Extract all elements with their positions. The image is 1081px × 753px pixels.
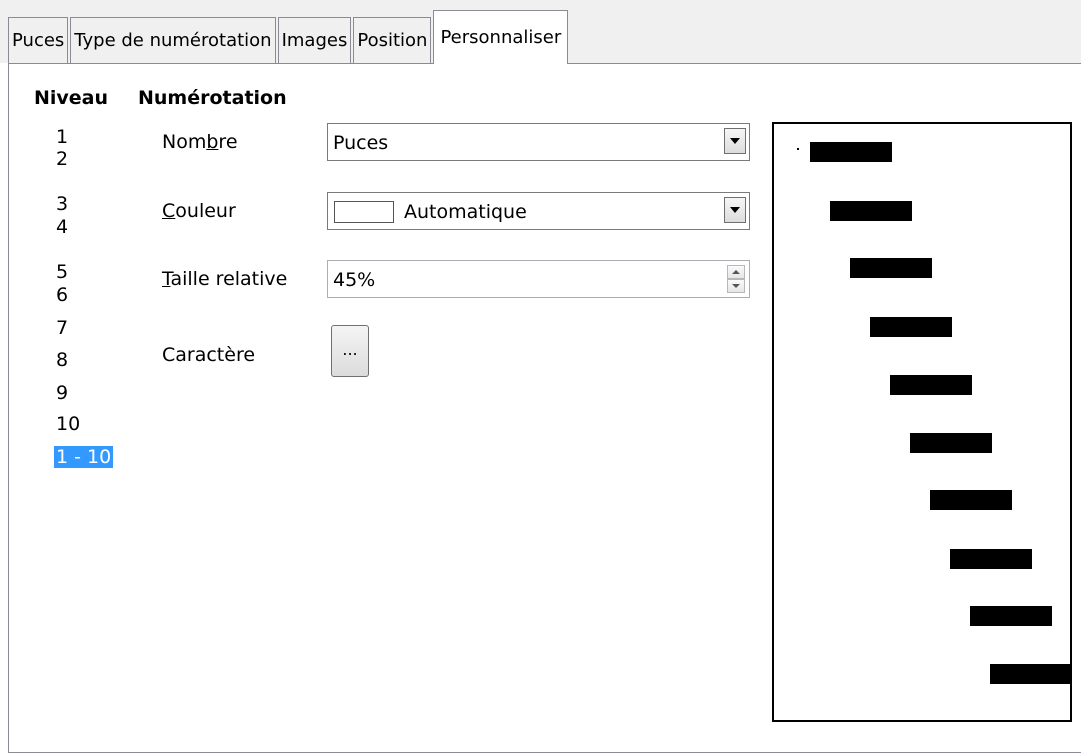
arrow-up-icon bbox=[732, 270, 740, 274]
chevron-down-icon bbox=[730, 207, 740, 213]
tab-customize[interactable]: Personnaliser bbox=[433, 10, 569, 64]
preview-line-7 bbox=[930, 490, 1012, 510]
number-label: Nombre bbox=[162, 131, 238, 153]
tab-images[interactable]: Images bbox=[277, 17, 352, 63]
level-item-8[interactable]: 8 bbox=[56, 349, 68, 371]
level-item-1[interactable]: 1 bbox=[56, 126, 68, 148]
spin-up-button[interactable] bbox=[727, 265, 745, 279]
character-select-button[interactable]: ... bbox=[331, 325, 369, 377]
tab-bar: Puces Type de numérotation Images Positi… bbox=[8, 9, 570, 64]
tab-numbering-type[interactable]: Type de numérotation bbox=[70, 17, 276, 63]
numbering-preview bbox=[772, 122, 1072, 722]
level-item-4[interactable]: 4 bbox=[56, 216, 68, 238]
level-item-10[interactable]: 10 bbox=[56, 413, 80, 435]
preview-line-5 bbox=[890, 375, 972, 395]
number-dropdown-button[interactable] bbox=[724, 128, 746, 154]
preview-line-1 bbox=[810, 142, 892, 162]
preview-line-10 bbox=[990, 664, 1070, 684]
chevron-down-icon bbox=[730, 138, 740, 144]
numbering-heading: Numérotation bbox=[138, 87, 287, 109]
relative-size-label: Taille relative bbox=[162, 268, 288, 290]
preview-line-3 bbox=[850, 258, 932, 278]
preview-line-6 bbox=[910, 433, 992, 453]
preview-bullet bbox=[797, 148, 799, 150]
level-item-7[interactable]: 7 bbox=[56, 317, 68, 339]
color-label: Couleur bbox=[162, 200, 236, 222]
level-item-6[interactable]: 6 bbox=[56, 284, 68, 306]
color-select-value: Automatique bbox=[404, 201, 527, 223]
preview-line-4 bbox=[870, 317, 952, 337]
level-item-3[interactable]: 3 bbox=[56, 193, 68, 215]
level-item-2[interactable]: 2 bbox=[56, 148, 68, 170]
preview-line-9 bbox=[970, 606, 1052, 626]
level-item-9[interactable]: 9 bbox=[56, 382, 68, 404]
tab-bullets[interactable]: Puces bbox=[8, 17, 69, 63]
preview-line-8 bbox=[950, 549, 1032, 569]
arrow-down-icon bbox=[732, 284, 740, 288]
level-heading: Niveau bbox=[34, 87, 109, 109]
color-dropdown-button[interactable] bbox=[724, 197, 746, 223]
character-label: Caractère bbox=[162, 344, 256, 366]
spin-down-button[interactable] bbox=[727, 279, 745, 293]
color-swatch bbox=[334, 201, 394, 223]
tab-position[interactable]: Position bbox=[353, 17, 432, 63]
number-select[interactable]: Puces bbox=[327, 123, 750, 161]
preview-line-2 bbox=[830, 201, 912, 221]
level-item-5[interactable]: 5 bbox=[56, 261, 68, 283]
number-select-value: Puces bbox=[333, 132, 389, 154]
relative-size-value: 45% bbox=[333, 269, 376, 291]
level-item-all[interactable]: 1 - 10 bbox=[54, 446, 114, 468]
color-select[interactable]: Automatique bbox=[327, 192, 750, 230]
relative-size-spin-buttons bbox=[727, 265, 745, 293]
relative-size-spinbox[interactable]: 45% bbox=[327, 260, 750, 298]
